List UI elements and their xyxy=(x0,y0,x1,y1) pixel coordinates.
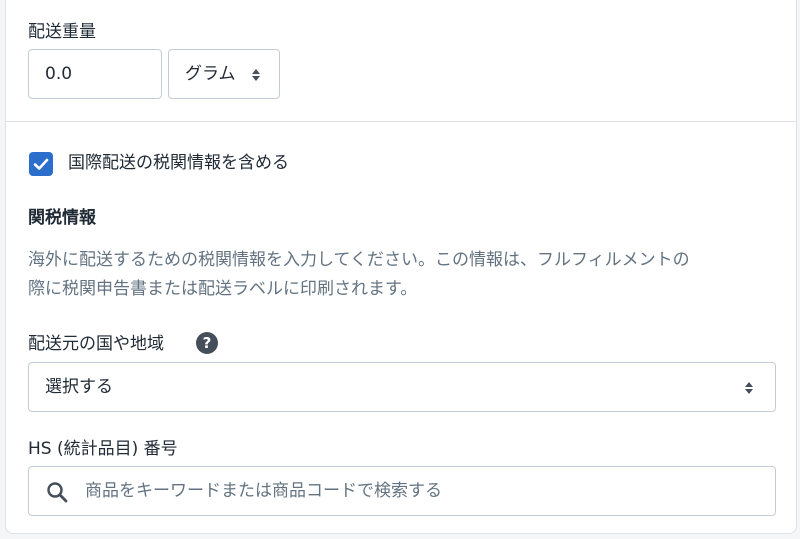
customs-heading: 関税情報 xyxy=(28,208,96,228)
customs-description-line-1: 海外に配送するための税関情報を入力してください。この情報は、フルフィルメントの xyxy=(28,250,690,270)
customs-description-line-2: 際に税関申告書または配送ラベルに印刷されます。 xyxy=(28,279,418,299)
shipping-card: 配送重量 0.0 グラム 国際配送の税関情報を含める 関税情報 海外に配送するた… xyxy=(5,0,797,534)
origin-label: 配送元の国や地域 xyxy=(28,334,164,354)
customs-checkbox[interactable] xyxy=(29,152,53,176)
weight-label: 配送重量 xyxy=(28,22,96,42)
origin-selected-value: 選択する xyxy=(45,377,113,397)
checkmark-icon xyxy=(33,158,49,170)
sort-arrows-icon xyxy=(252,69,260,81)
customs-description: 海外に配送するための税関情報を入力してください。この情報は、フルフィルメントの … xyxy=(28,246,788,304)
origin-select[interactable]: 選択する xyxy=(28,362,776,412)
weight-value: 0.0 xyxy=(45,64,73,84)
search-icon xyxy=(47,482,68,503)
hs-code-placeholder: 商品をキーワードまたは商品コードで検索する xyxy=(85,481,442,501)
customs-checkbox-label[interactable]: 国際配送の税関情報を含める xyxy=(68,152,289,174)
weight-unit-select[interactable]: グラム xyxy=(168,49,280,99)
sort-arrows-icon xyxy=(745,382,753,394)
weight-unit-value: グラム xyxy=(185,64,236,84)
help-icon[interactable]: ? xyxy=(196,332,218,354)
hs-code-label: HS (統計品目) 番号 xyxy=(28,439,178,459)
hs-code-search-input[interactable]: 商品をキーワードまたは商品コードで検索する xyxy=(28,466,776,516)
weight-input[interactable]: 0.0 xyxy=(28,49,162,99)
